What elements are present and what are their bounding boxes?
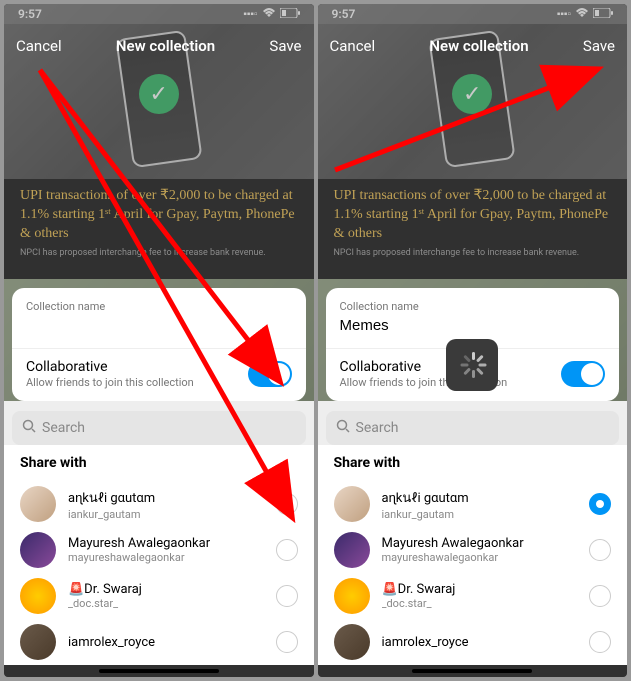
user-name: Mayuresh Awalegaonkar <box>382 536 578 551</box>
loading-spinner <box>446 339 498 391</box>
avatar <box>20 624 56 660</box>
user-row[interactable]: 🚨Dr. Swaraj _doc.star_ <box>20 573 298 619</box>
user-radio[interactable] <box>589 539 611 561</box>
avatar <box>20 578 56 614</box>
share-section: Search Share with aɳkนℓi gαutαm iankur_g… <box>318 401 628 665</box>
save-button[interactable]: Save <box>269 37 301 55</box>
search-icon <box>22 419 36 437</box>
user-name: aɳkนℓi gαutαm <box>68 487 264 508</box>
signal-icon: ▪▪▪▫ <box>243 9 257 20</box>
user-handle: mayureshawalegaonkar <box>382 551 578 564</box>
user-handle: _doc.star_ <box>382 597 578 610</box>
status-time: 9:57 <box>18 7 243 21</box>
status-bar: 9:57 ▪▪▪▫ <box>318 4 628 24</box>
user-row[interactable]: aɳkนℓi gαutαm iankur_gautam <box>20 481 298 527</box>
status-bar: 9:57 ▪▪▪▫ <box>4 4 314 24</box>
collaborative-toggle[interactable] <box>248 361 292 387</box>
search-placeholder: Search <box>42 420 85 436</box>
user-handle: mayureshawalegaonkar <box>68 551 264 564</box>
avatar <box>334 486 370 522</box>
cancel-button[interactable]: Cancel <box>16 37 62 55</box>
user-name: Mayuresh Awalegaonkar <box>68 536 264 551</box>
phone-right: ✓ UPI transactions of over ₹2,000 to be … <box>318 4 628 677</box>
user-radio[interactable] <box>589 493 611 515</box>
share-section: Search Share with aɳkนℓi gαutαm iankur_g… <box>4 401 314 665</box>
collaborative-label: Collaborative <box>26 359 194 375</box>
user-radio[interactable] <box>589 631 611 653</box>
search-icon <box>336 419 350 437</box>
search-placeholder: Search <box>356 420 399 436</box>
avatar <box>334 532 370 568</box>
user-row[interactable]: iamrolex_royce <box>334 619 612 665</box>
user-radio[interactable] <box>276 631 298 653</box>
home-indicator <box>99 669 219 673</box>
user-name: 🚨Dr. Swaraj <box>68 582 264 597</box>
user-row[interactable]: Mayuresh Awalegaonkar mayureshawalegaonk… <box>20 527 298 573</box>
user-row[interactable]: iamrolex_royce <box>20 619 298 665</box>
signal-icon: ▪▪▪▫ <box>557 9 571 20</box>
modal-header: Cancel New collection Save <box>4 24 314 68</box>
user-row[interactable]: 🚨Dr. Swaraj _doc.star_ <box>334 573 612 619</box>
collaborative-sub: Allow friends to join this collection <box>26 376 194 389</box>
user-handle: iankur_gautam <box>68 508 264 521</box>
avatar <box>20 486 56 522</box>
battery-icon <box>593 8 613 21</box>
user-name: iamrolex_royce <box>382 635 578 650</box>
user-handle: iankur_gautam <box>382 508 578 521</box>
user-radio[interactable] <box>276 493 298 515</box>
user-row[interactable]: Mayuresh Awalegaonkar mayureshawalegaonk… <box>334 527 612 573</box>
collection-name-label: Collection name <box>340 300 606 313</box>
modal-header: Cancel New collection Save <box>318 24 628 68</box>
user-handle: _doc.star_ <box>68 597 264 610</box>
collaborative-toggle[interactable] <box>561 361 605 387</box>
wifi-icon <box>262 8 276 21</box>
share-with-title: Share with <box>334 455 612 471</box>
modal-title: New collection <box>116 37 215 55</box>
home-indicator <box>412 669 532 673</box>
avatar <box>20 532 56 568</box>
form-divider <box>12 348 306 349</box>
share-with-title: Share with <box>20 455 298 471</box>
search-input[interactable]: Search <box>12 411 306 445</box>
user-name: iamrolex_royce <box>68 635 264 650</box>
battery-icon <box>280 8 300 21</box>
collection-name-input[interactable] <box>340 313 606 338</box>
user-radio[interactable] <box>589 585 611 607</box>
cancel-button[interactable]: Cancel <box>330 37 376 55</box>
collection-form-card: Collection name Collaborative Allow frie… <box>12 288 306 401</box>
user-name: aɳkนℓi gαutαm <box>382 487 578 508</box>
collection-name-input[interactable] <box>26 313 292 338</box>
phone-left: ✓ UPI transactions of over ₹2,000 to be … <box>4 4 314 677</box>
modal-title: New collection <box>429 37 528 55</box>
save-button[interactable]: Save <box>583 37 615 55</box>
status-time: 9:57 <box>332 7 557 21</box>
avatar <box>334 578 370 614</box>
user-name: 🚨Dr. Swaraj <box>382 582 578 597</box>
user-row[interactable]: aɳkนℓi gαutαm iankur_gautam <box>334 481 612 527</box>
wifi-icon <box>575 8 589 21</box>
collection-name-label: Collection name <box>26 300 292 313</box>
search-input[interactable]: Search <box>326 411 620 445</box>
user-radio[interactable] <box>276 585 298 607</box>
avatar <box>334 624 370 660</box>
user-radio[interactable] <box>276 539 298 561</box>
